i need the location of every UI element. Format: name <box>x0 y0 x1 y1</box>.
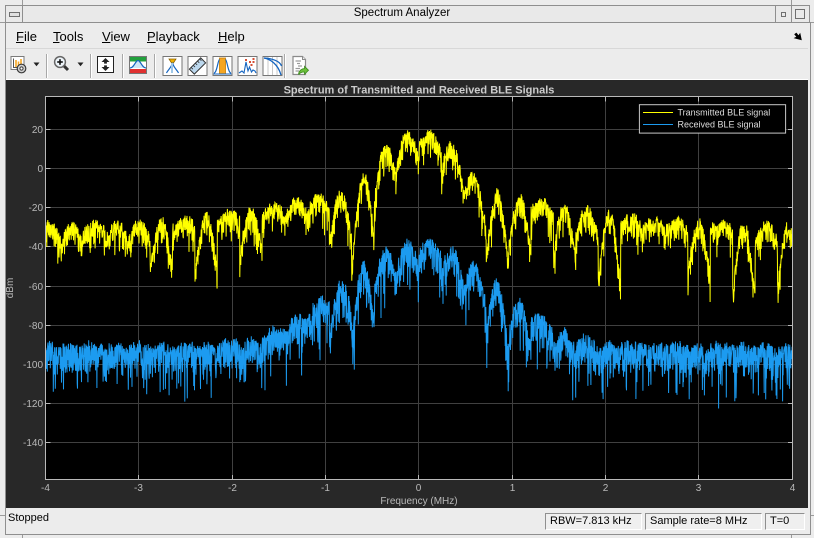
svg-text:3: 3 <box>696 483 702 494</box>
svg-text:Transmitted BLE signal: Transmitted BLE signal <box>678 107 771 117</box>
svg-text:-140: -140 <box>23 438 43 449</box>
svg-text:0: 0 <box>37 164 43 175</box>
svg-text:Spectrum of Transmitted and Re: Spectrum of Transmitted and Received BLE… <box>284 85 555 97</box>
svg-text:20: 20 <box>32 125 44 136</box>
svg-text:-60: -60 <box>29 282 44 293</box>
svg-text:2: 2 <box>603 483 609 494</box>
svg-text:4: 4 <box>790 483 796 494</box>
svg-text:-4: -4 <box>41 483 50 494</box>
svg-text:-3: -3 <box>134 483 143 494</box>
svg-text:-1: -1 <box>321 483 330 494</box>
svg-text:-120: -120 <box>23 399 43 410</box>
svg-text:1: 1 <box>510 483 516 494</box>
svg-text:-20: -20 <box>29 203 44 214</box>
svg-text:Received BLE signal: Received BLE signal <box>678 120 761 130</box>
svg-text:0: 0 <box>416 483 422 494</box>
svg-text:-2: -2 <box>228 483 237 494</box>
svg-text:dBm: dBm <box>6 278 16 299</box>
svg-text:-80: -80 <box>29 321 44 332</box>
svg-text:-100: -100 <box>23 360 43 371</box>
svg-text:Frequency (MHz): Frequency (MHz) <box>380 496 457 507</box>
svg-text:-40: -40 <box>29 242 44 253</box>
